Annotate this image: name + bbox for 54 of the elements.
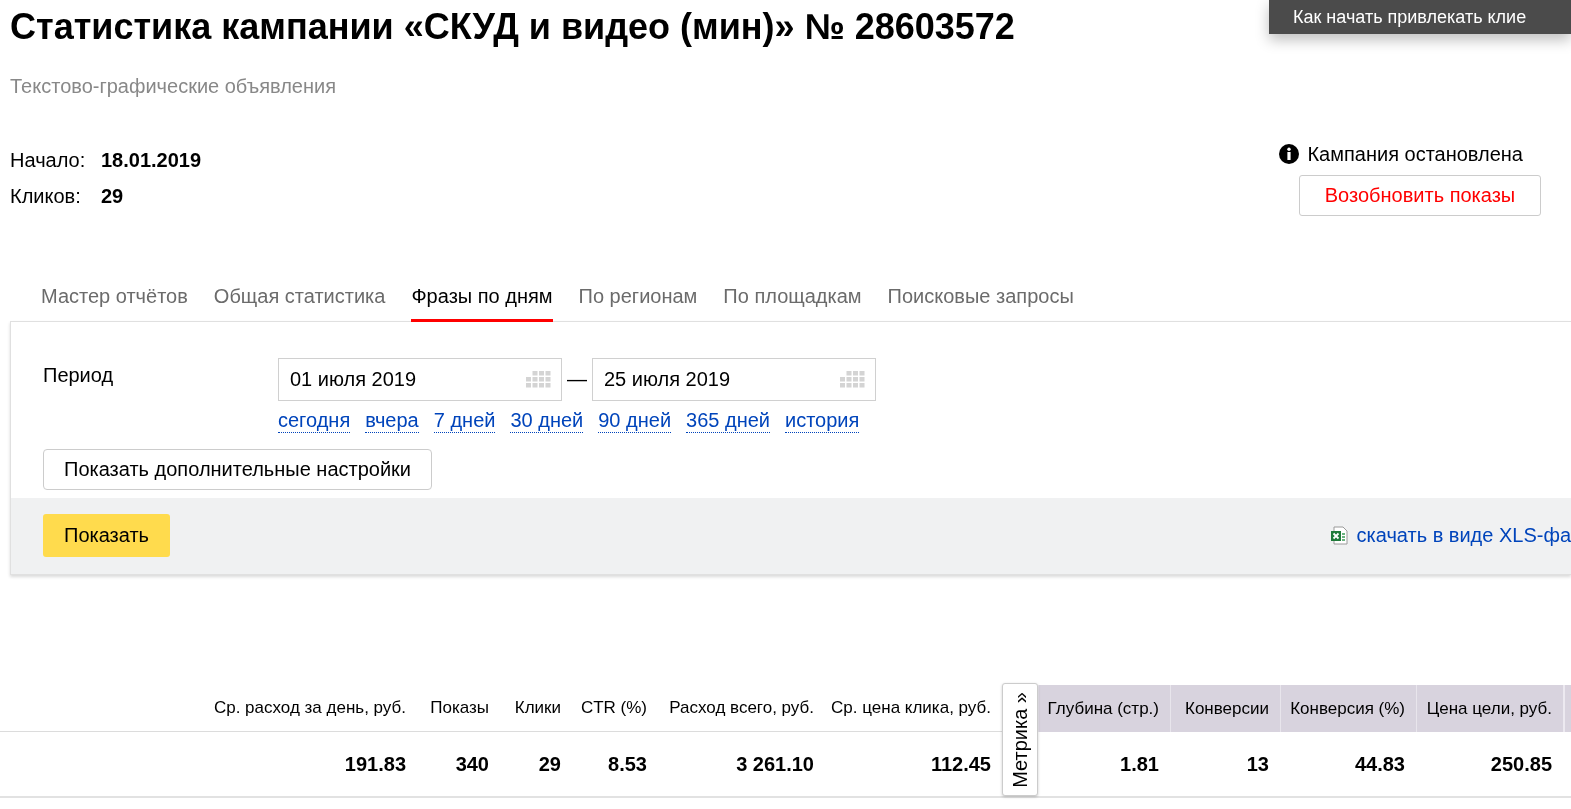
table-cell-text: 191.83 [343, 751, 407, 777]
fact-label: Начало: [10, 148, 86, 172]
calendar-icon [840, 371, 865, 388]
spreadsheet-icon [1329, 526, 1348, 545]
column-header: Ср. расход за день, руб. [0, 685, 417, 732]
quick-range-link[interactable]: 365 дней [686, 409, 770, 433]
quick-range-link[interactable]: история [785, 409, 860, 433]
table-cell-text: 29 [537, 751, 562, 777]
tooltip-text: Как начать привлекать клие [1293, 6, 1527, 28]
quick-range-link[interactable]: вчера [365, 409, 419, 433]
column-header: Расход всего, руб. [658, 685, 825, 732]
date-to-field[interactable]: 25 июля 2019 [592, 358, 876, 401]
column-header: Глубина (стр.) [1038, 685, 1170, 732]
date-separator: — [566, 368, 588, 391]
calendar-icon [526, 371, 551, 388]
column-header: Конверсии [1170, 685, 1280, 732]
info-icon [1279, 144, 1300, 164]
table-cell-text: 1.81 [1119, 751, 1160, 777]
more-settings-button[interactable]: Показать дополнительные настройки [43, 449, 433, 490]
column-header: Конверсия (%) [1280, 685, 1416, 732]
report-tab[interactable]: Фразы по дням [411, 284, 553, 322]
report-tab[interactable]: Мастер отчётов [41, 284, 188, 322]
table-cell-text: 112.45 [929, 751, 992, 777]
fact-value: 29 [101, 184, 124, 208]
show-button[interactable]: Показать [43, 514, 171, 557]
period-label: Период [43, 363, 114, 387]
column-header [1563, 685, 1571, 732]
campaign-type-text: Текстово-графические объявления [10, 74, 336, 98]
quick-range-link[interactable]: сегодня [278, 409, 351, 433]
resume-button[interactable]: Возобновить показы [1299, 175, 1541, 216]
column-header: Клики [500, 685, 572, 732]
campaign-status-text: Кампания остановлена [1307, 142, 1523, 166]
report-tab[interactable]: Поисковые запросы [887, 284, 1074, 322]
report-tab[interactable]: По регионам [578, 284, 698, 322]
date-from-field[interactable]: 01 июля 2019 [278, 358, 562, 401]
metrika-tab[interactable]: Метрика » [1002, 683, 1038, 796]
column-header: Показы [417, 685, 500, 732]
table-cell-text: 340 [454, 751, 490, 777]
quick-range-link[interactable]: 90 дней [598, 409, 672, 433]
quick-range-link[interactable]: 7 дней [433, 409, 496, 433]
page-title: Статистика кампании «СКУД и видео (мин)» № 28603572 [10, 5, 1015, 49]
report-tab[interactable]: По площадкам [723, 284, 862, 322]
column-header: CTR (%) [572, 685, 658, 732]
column-header: Цена цели, руб. [1416, 685, 1563, 732]
fact-value: 18.01.2019 [101, 148, 202, 172]
table-cell-text: 8.53 [607, 751, 648, 777]
quick-range-link[interactable]: 30 дней [510, 409, 584, 433]
table-cell-text: 250.85 [1489, 751, 1553, 777]
table-cell-text: 3 261.10 [735, 751, 815, 777]
report-tab[interactable]: Общая статистика [213, 284, 386, 322]
table-cell-text: 44.83 [1353, 751, 1406, 777]
fact-label: Кликов: [10, 184, 81, 208]
download-xls-link[interactable]: скачать в виде XLS-фа [1356, 524, 1571, 547]
table-cell-text: 13 [1245, 751, 1270, 777]
